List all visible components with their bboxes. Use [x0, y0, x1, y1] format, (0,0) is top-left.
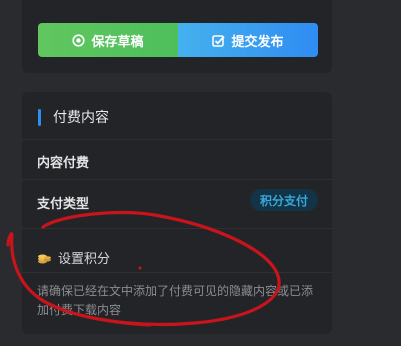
save-draft-label: 保存草稿: [91, 34, 144, 50]
section-title-text: 付费内容: [53, 110, 109, 126]
paid-content-hint: 请确保已经在文中添加了付费可见的隐藏内容或已添加付费下载内容: [37, 284, 314, 317]
pay-type-label: 支付类型: [37, 197, 90, 212]
paid-content-panel: 付费内容 内容付费 支付类型 积分支付 设置积分 请确保已经在文中添加了付费可见…: [22, 92, 332, 334]
set-points-label: 设置积分: [58, 252, 111, 267]
divider: [22, 139, 332, 140]
divider: [22, 228, 332, 229]
save-draft-button[interactable]: 保存草稿: [38, 23, 178, 57]
content-pay-label: 内容付费: [37, 156, 90, 171]
publish-label: 提交发布: [231, 34, 284, 50]
divider: [22, 272, 332, 273]
section-title: 付费内容: [38, 108, 109, 126]
coins-icon: [37, 251, 52, 265]
edit-check-icon: [212, 34, 226, 47]
publish-button[interactable]: 提交发布: [178, 23, 318, 57]
pay-type-badge[interactable]: 积分支付: [249, 189, 318, 211]
action-panel: 保存草稿 提交发布: [22, 0, 332, 73]
set-points-row[interactable]: 设置积分: [37, 248, 110, 267]
divider: [22, 179, 332, 180]
title-accent-bar: [38, 108, 41, 126]
action-button-group: 保存草稿 提交发布: [38, 23, 318, 57]
record-icon: [72, 33, 86, 47]
